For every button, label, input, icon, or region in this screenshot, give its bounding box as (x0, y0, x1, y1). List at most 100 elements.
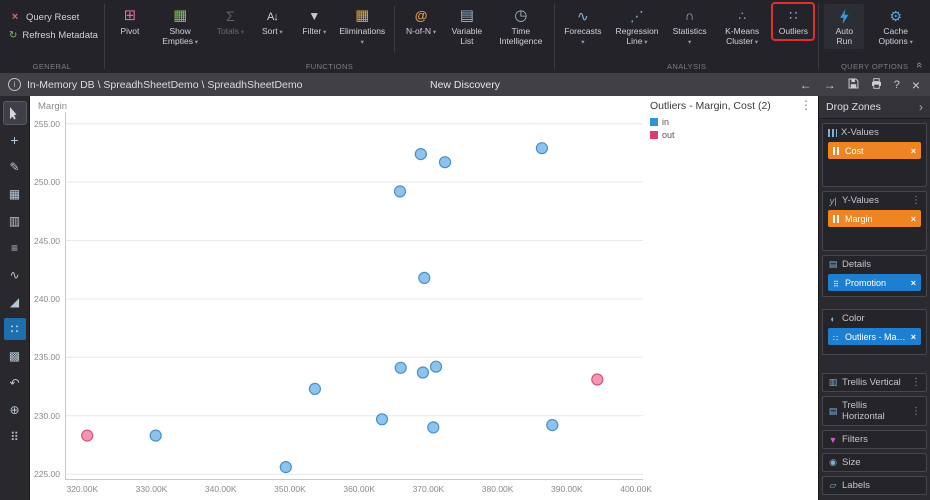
dropzone-x-values[interactable]: X-Values Cost (822, 123, 927, 187)
regression-line-button[interactable]: Regression Line (608, 4, 667, 49)
collapse-ribbon-icon[interactable] (913, 62, 925, 68)
remove-chip-icon[interactable] (911, 146, 916, 156)
ribbon-group-general: Query Reset Refresh Metadata GENERAL (0, 0, 104, 73)
data-point-in[interactable] (308, 382, 321, 395)
chart-canvas[interactable]: Margin Outliers - Margin, Cost (2) in ou… (30, 96, 818, 500)
data-point-in[interactable] (416, 366, 429, 379)
section-menu-icon[interactable] (911, 406, 921, 417)
help-icon[interactable] (894, 78, 900, 91)
x-tick-label: 370.00K (412, 484, 445, 494)
data-point-in[interactable] (375, 413, 389, 426)
map-view-icon[interactable] (4, 399, 26, 421)
select-cursor-tool[interactable] (2, 101, 27, 125)
data-point-in[interactable] (414, 147, 427, 161)
n-of-n-button[interactable]: N-of-N (401, 4, 441, 39)
x-tick-label: 390.00K (551, 484, 583, 494)
bell-curve-icon (685, 6, 694, 26)
legend-item-in[interactable]: in (650, 117, 771, 127)
section-menu-icon[interactable] (911, 195, 921, 206)
drop-zones-panel: Drop Zones X-Values Cost Y-Values Margin… (818, 96, 930, 500)
scatter-dots-icon (789, 6, 797, 26)
statistics-button[interactable]: Statistics (668, 4, 711, 49)
text-view-icon[interactable] (4, 237, 26, 259)
time-intelligence-button[interactable]: Time Intelligence (493, 4, 549, 49)
data-point-in[interactable] (546, 419, 559, 432)
forward-arrow-icon[interactable] (824, 79, 836, 91)
dropzone-details[interactable]: Details Promotion (822, 255, 927, 297)
trellis-vertical-icon (828, 377, 838, 388)
k-means-cluster-button[interactable]: K-Means Cluster (713, 4, 772, 49)
query-reset-button[interactable]: Query Reset (9, 11, 95, 23)
area-chart-view-icon[interactable] (4, 291, 26, 313)
sort-button[interactable]: Sort (252, 4, 292, 39)
discovery-title-bar: New Discovery In-Memory DB \ SpreadhShee… (0, 73, 930, 96)
print-icon[interactable] (871, 78, 882, 91)
dropzone-trellis-vertical[interactable]: Trellis Vertical (822, 373, 927, 392)
annotate-pen-tool[interactable] (4, 156, 26, 178)
measure-bars-icon (833, 146, 841, 155)
remove-chip-icon[interactable] (911, 278, 916, 288)
eliminations-button[interactable]: Eliminations (336, 4, 388, 49)
data-point-in[interactable] (394, 361, 407, 374)
group-label-analysis: ANALYSIS (667, 62, 707, 71)
outliers-button[interactable]: Outliers (773, 4, 813, 39)
info-icon[interactable] (8, 78, 21, 91)
chip-promotion[interactable]: Promotion (828, 274, 921, 291)
totals-button[interactable]: Totals (210, 4, 250, 39)
dropzone-color[interactable]: Color Outliers - Margin,... (822, 309, 927, 355)
data-point-in[interactable] (429, 360, 443, 373)
back-arrow-icon[interactable] (800, 79, 812, 91)
dropzone-trellis-horizontal[interactable]: Trellis Horizontal (822, 396, 927, 426)
section-menu-icon[interactable] (911, 377, 921, 388)
y-tick-label: 230.00 (34, 410, 60, 421)
gear-icon (889, 6, 902, 26)
cache-options-button[interactable]: Cache Options (866, 4, 925, 49)
bar-chart-view-icon[interactable] (4, 210, 26, 232)
chip-outliers-margin[interactable]: Outliers - Margin,... (828, 328, 921, 345)
undo-icon[interactable] (4, 372, 26, 394)
matrix-view-icon[interactable] (4, 426, 26, 448)
close-icon[interactable] (912, 78, 920, 92)
dropzone-labels[interactable]: Labels (822, 476, 927, 495)
chart-options-menu-icon[interactable] (800, 98, 812, 112)
data-point-in[interactable] (438, 156, 452, 169)
trellis-horizontal-icon (828, 406, 838, 417)
heatmap-view-icon[interactable] (4, 345, 26, 367)
dropzone-size[interactable]: Size (822, 453, 927, 472)
collapse-panel-icon[interactable] (919, 100, 923, 114)
scatter-plot[interactable] (65, 112, 643, 480)
refresh-icon (9, 30, 17, 41)
chip-margin[interactable]: Margin (828, 210, 921, 227)
scatter-chart-view-icon[interactable] (3, 318, 26, 340)
data-point-in[interactable] (427, 421, 440, 434)
label-tag-icon (828, 480, 838, 491)
save-icon[interactable] (848, 78, 859, 91)
data-point-in[interactable] (149, 429, 162, 442)
y-axis-title: Margin (38, 101, 68, 112)
variable-list-button[interactable]: Variable List (443, 4, 491, 49)
pivot-button[interactable]: Pivot (110, 4, 150, 39)
x-tick-label: 340.00K (204, 484, 237, 494)
crosshair-tool[interactable] (4, 129, 26, 151)
x-tick-label: 360.00K (343, 484, 376, 494)
auto-run-button[interactable]: Auto Run (824, 4, 865, 49)
data-point-in[interactable] (418, 271, 431, 284)
data-point-out[interactable] (81, 429, 94, 442)
data-point-in[interactable] (393, 185, 407, 198)
data-point-out[interactable] (591, 373, 604, 386)
remove-chip-icon[interactable] (911, 214, 916, 224)
dropzone-y-values[interactable]: Y-Values Margin (822, 191, 927, 251)
legend-item-out[interactable]: out (650, 130, 771, 140)
forecasts-button[interactable]: Forecasts (560, 4, 606, 49)
filter-button[interactable]: Filter (294, 4, 334, 39)
dropzone-filters[interactable]: Filters (822, 430, 927, 449)
refresh-metadata-button[interactable]: Refresh Metadata (9, 30, 98, 41)
data-point-in[interactable] (279, 461, 292, 474)
x-tick-label: 350.00K (274, 484, 306, 494)
remove-chip-icon[interactable] (911, 332, 916, 342)
show-empties-button[interactable]: Show Empties (152, 4, 208, 49)
line-chart-view-icon[interactable] (4, 264, 26, 286)
chip-cost[interactable]: Cost (828, 142, 921, 159)
grid-view-icon[interactable] (4, 183, 26, 205)
data-point-in[interactable] (535, 142, 548, 155)
